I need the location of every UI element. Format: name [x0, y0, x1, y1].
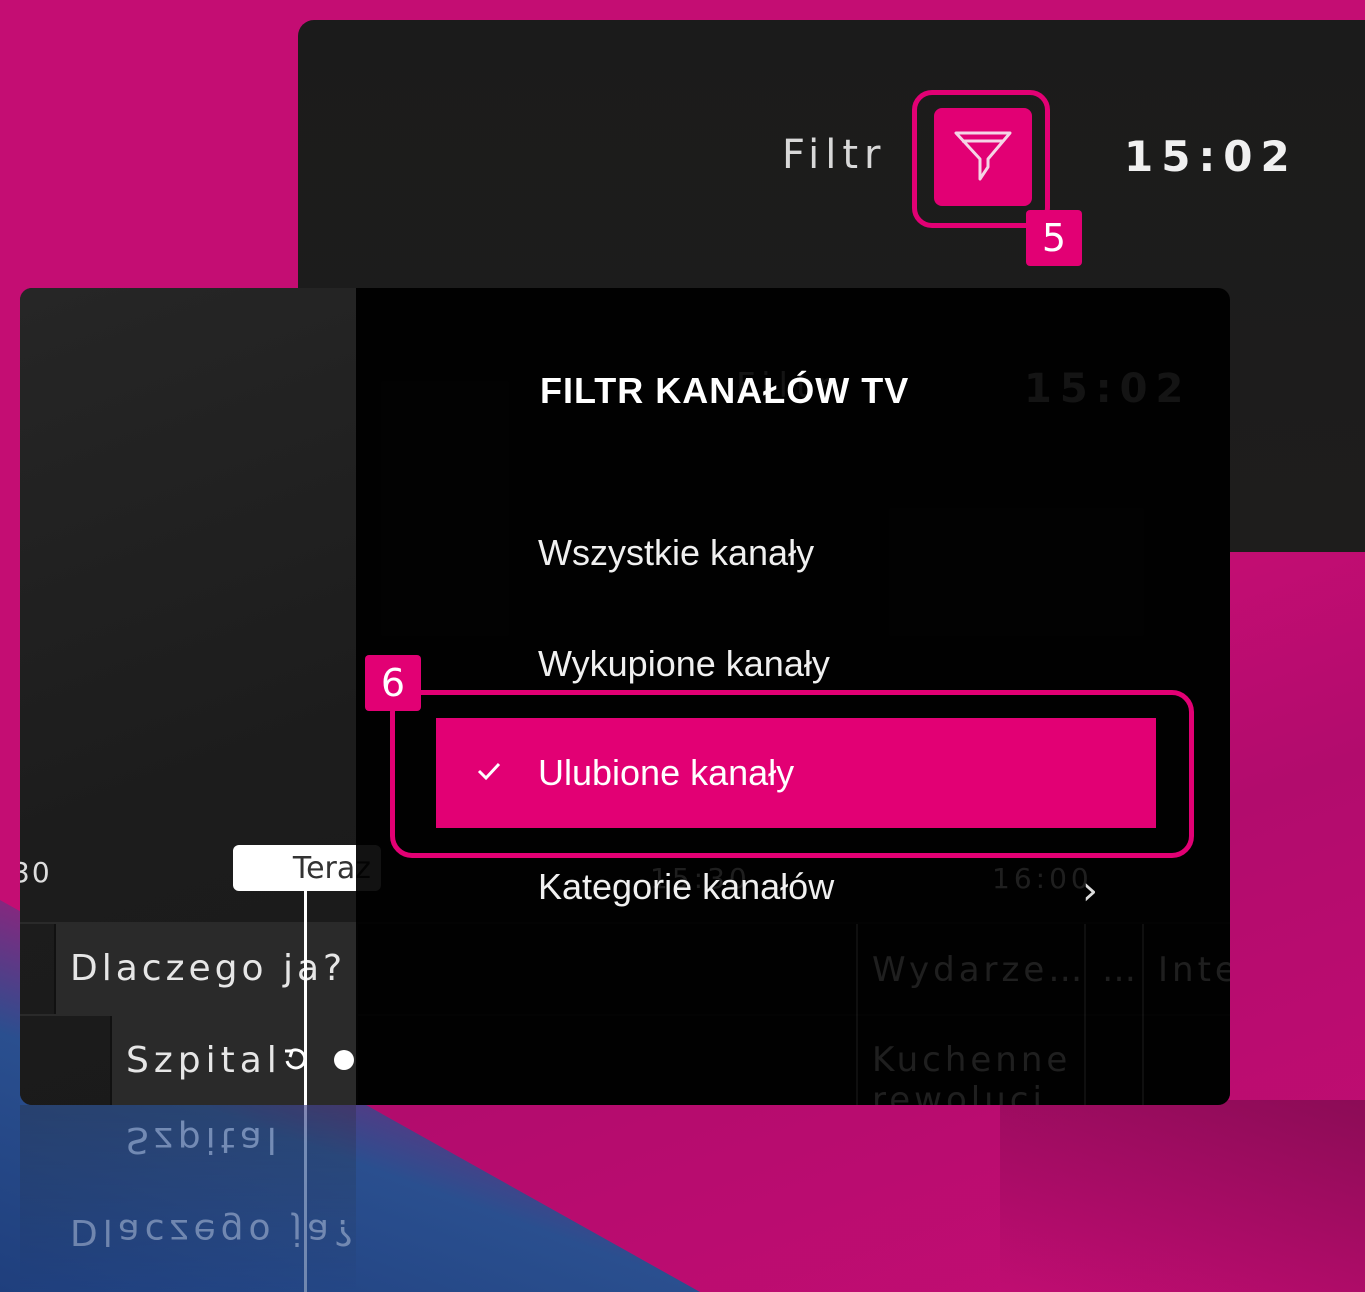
now-line — [304, 891, 307, 1105]
program-title: Szpital — [126, 1040, 282, 1081]
reflection-text: Dlaczego ja? — [70, 1211, 359, 1252]
ghost-program-title: Wydarze… — [872, 950, 1087, 990]
ghost-program-title: … — [1102, 950, 1140, 990]
ghost-program-title: Kuchenne rewolucj — [872, 1040, 1072, 1105]
reflection-text: Szpital — [126, 1119, 282, 1160]
filter-label: Filtr — [782, 132, 887, 178]
screen-reflection: Szpital Dlaczego ja? — [20, 1105, 1230, 1292]
menu-title: FILTR KANAŁÓW TV — [540, 370, 910, 411]
clock: 15:02 — [1124, 132, 1298, 181]
menu-item-all-channels[interactable]: Wszystkie kanały — [538, 532, 814, 574]
reflection-now-line — [304, 1105, 307, 1292]
step-badge-6: 6 — [365, 655, 421, 711]
ghost-time: 16:00 — [992, 862, 1093, 895]
ghost-divider — [856, 924, 858, 1105]
menu-item-channel-categories[interactable]: Kategorie kanałów — [538, 866, 834, 908]
highlight-filter-button — [912, 90, 1050, 228]
ghost-clock: 15:02 — [1024, 366, 1192, 412]
record-dot-icon — [334, 1050, 354, 1070]
timeline-time: 30 — [20, 856, 52, 889]
step-badge-5: 5 — [1026, 210, 1082, 266]
ghost-program-title: Inte — [1158, 950, 1230, 990]
highlight-favourite-channels — [390, 690, 1194, 858]
menu-item-purchased-channels[interactable]: Wykupione kanały — [538, 643, 830, 685]
chevron-right-icon: › — [1082, 868, 1098, 914]
